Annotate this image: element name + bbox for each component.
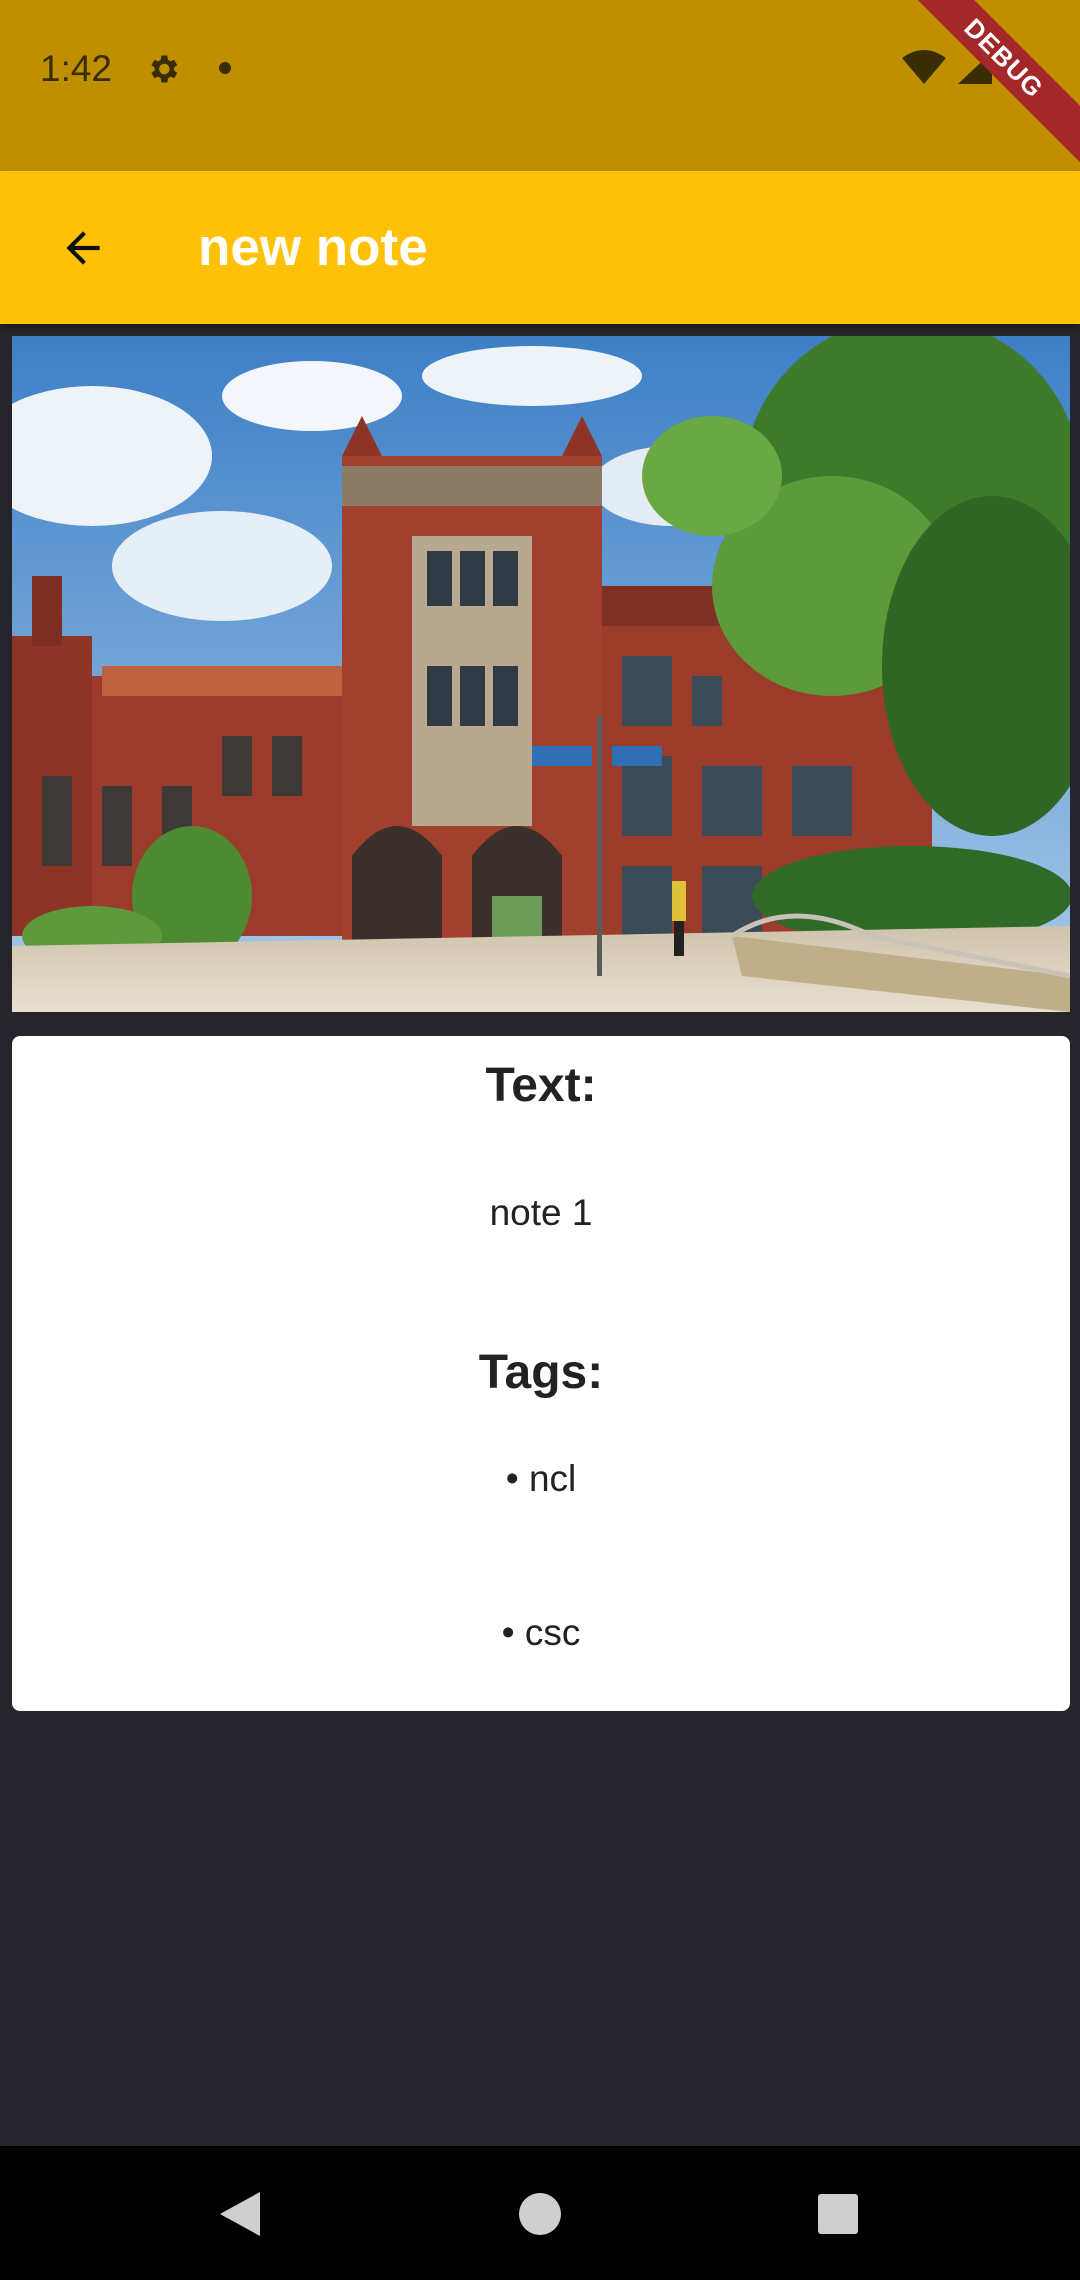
back-button[interactable] [40, 205, 126, 291]
arrow-back-icon [66, 231, 100, 265]
status-bar: 1:42 DEBUG [0, 0, 1080, 171]
notification-dot-icon [219, 62, 231, 74]
app-bar: new note [0, 171, 1080, 324]
recents-square-icon[interactable] [812, 2188, 864, 2245]
note-image [12, 336, 1070, 1012]
note-text-value: note 1 [489, 1192, 593, 1233]
status-time: 1:42 [40, 48, 113, 89]
page-title: new note [198, 218, 428, 277]
text-heading: Text: [485, 1059, 597, 1112]
tags-heading: Tags: [478, 1346, 604, 1399]
tag-item: • ncl [505, 1458, 577, 1499]
gear-icon [145, 51, 181, 92]
home-circle-icon[interactable] [514, 2188, 566, 2245]
wifi-icon [902, 50, 946, 84]
back-triangle-icon[interactable] [214, 2188, 266, 2245]
system-nav-bar [0, 2146, 1080, 2280]
tag-item: • csc [501, 1612, 581, 1653]
note-card: Text: note 1 Tags: • ncl • csc [12, 1036, 1070, 1711]
